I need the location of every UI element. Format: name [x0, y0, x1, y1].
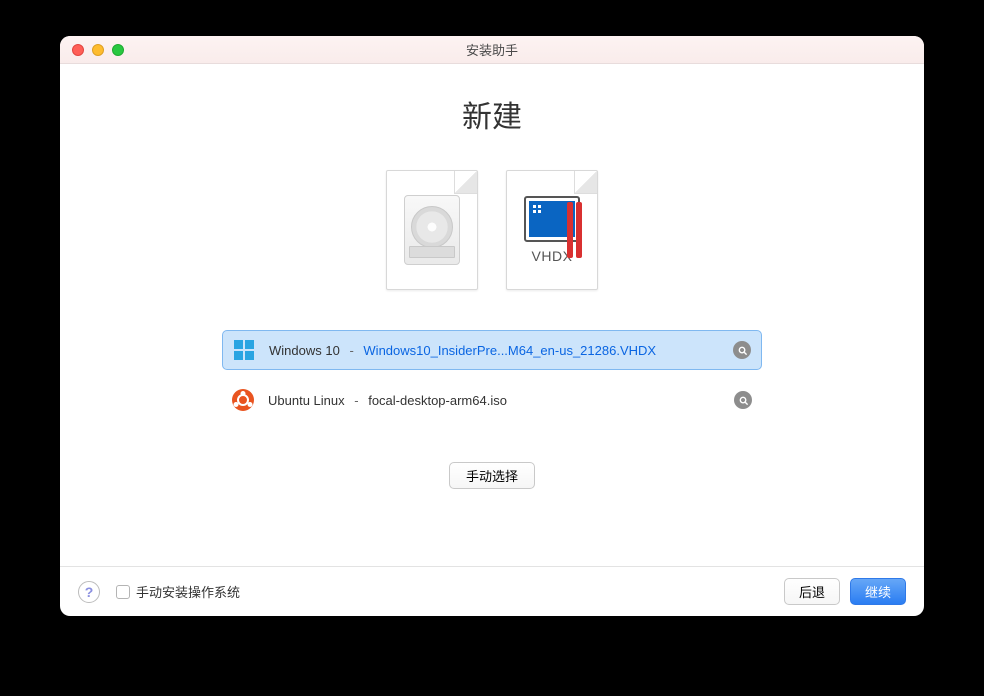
list-item-label: Ubuntu Linux - focal-desktop-arm64.iso [268, 393, 720, 408]
window-title: 安装助手 [60, 40, 924, 59]
hdd-icon [404, 195, 460, 265]
ubuntu-icon [232, 389, 254, 411]
continue-button[interactable]: 继续 [850, 578, 906, 605]
windows-icon [233, 339, 255, 361]
vhdx-file-icon: VHDX [506, 170, 598, 290]
window-controls [72, 44, 124, 56]
installer-window: 安装助手 新建 VHDX [60, 36, 924, 616]
list-item[interactable]: Windows 10 - Windows10_InsiderPre...M64_… [222, 330, 762, 370]
minimize-icon[interactable] [92, 44, 104, 56]
help-button[interactable]: ? [78, 581, 100, 603]
disk-image-icon [386, 170, 478, 290]
media-icons: VHDX [386, 170, 598, 290]
parallels-bars-icon [567, 202, 582, 258]
source-list: Windows 10 - Windows10_InsiderPre...M64_… [222, 330, 762, 420]
checkbox-icon[interactable] [116, 585, 130, 599]
page-heading: 新建 [462, 92, 522, 136]
titlebar: 安装助手 [60, 36, 924, 64]
back-button[interactable]: 后退 [784, 578, 840, 605]
reveal-in-finder-icon[interactable] [734, 391, 752, 409]
manual-install-checkbox[interactable]: 手动安装操作系统 [116, 582, 240, 601]
zoom-icon[interactable] [112, 44, 124, 56]
content-area: 新建 VHDX [60, 64, 924, 566]
list-item[interactable]: Ubuntu Linux - focal-desktop-arm64.iso [222, 380, 762, 420]
list-item-label: Windows 10 - Windows10_InsiderPre...M64_… [269, 343, 719, 358]
footer: ? 手动安装操作系统 后退 继续 [60, 566, 924, 616]
reveal-in-finder-icon[interactable] [733, 341, 751, 359]
close-icon[interactable] [72, 44, 84, 56]
manual-select-button[interactable]: 手动选择 [449, 462, 535, 489]
checkbox-label: 手动安装操作系统 [136, 582, 240, 601]
